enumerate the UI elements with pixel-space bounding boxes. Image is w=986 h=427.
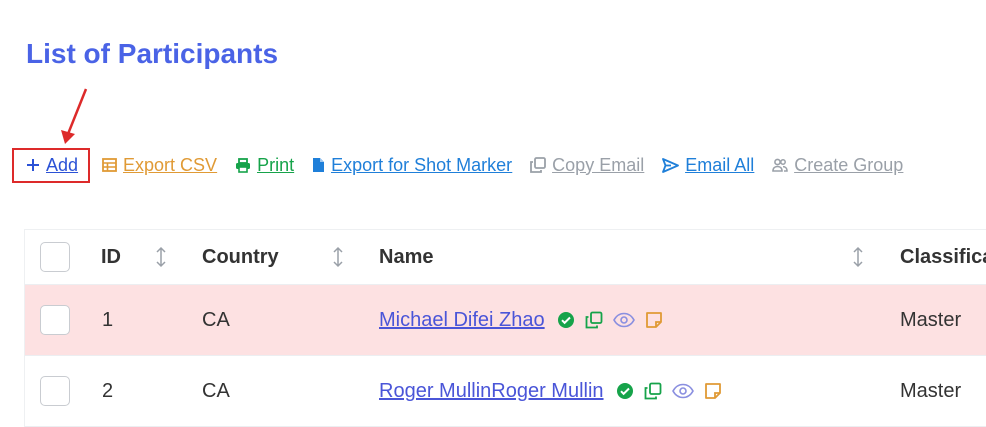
send-icon [662, 157, 680, 173]
row-actions [616, 382, 722, 400]
create-group-button[interactable]: Create Group [772, 155, 903, 176]
add-button[interactable]: Add [12, 147, 91, 183]
eye-icon[interactable] [612, 312, 635, 328]
users-icon [772, 158, 788, 172]
check-circle-icon [557, 312, 574, 328]
email-all-label: Email All [685, 154, 755, 175]
note-icon[interactable] [645, 311, 663, 329]
toolbar: Add Export CSV Print Export for Shot Mar… [12, 146, 921, 184]
email-all-button[interactable]: Email All [662, 155, 754, 176]
table-header-row: ID Country Name Classifica [25, 229, 986, 285]
copy-icon[interactable] [585, 311, 603, 329]
column-header-id[interactable]: ID [101, 230, 121, 284]
add-button-label: Add [46, 154, 79, 175]
row-checkbox[interactable] [40, 376, 70, 406]
cell-name: Roger MullinRoger Mullin [379, 356, 722, 426]
check-circle-icon [616, 383, 633, 399]
column-header-name[interactable]: Name [379, 230, 433, 284]
table-row: 1 CA Michael Difei Zhao Master [25, 285, 986, 356]
print-button[interactable]: Print [235, 155, 294, 176]
copy-email-label: Copy Email [552, 154, 645, 175]
table-icon [102, 158, 117, 172]
participant-name-link[interactable]: Michael Difei Zhao [379, 309, 545, 332]
cell-name: Michael Difei Zhao [379, 285, 663, 355]
export-shot-marker-button[interactable]: Export for Shot Marker [312, 155, 512, 176]
table-row: 2 CA Roger MullinRoger Mullin Master [25, 356, 986, 427]
cell-classification: Master [900, 379, 962, 402]
export-csv-button[interactable]: Export CSV [102, 155, 217, 176]
page-title: List of Participants [26, 38, 279, 69]
column-header-classification[interactable]: Classifica [900, 230, 986, 284]
copy-email-button[interactable]: Copy Email [530, 155, 644, 176]
eye-icon[interactable] [671, 383, 694, 399]
export-csv-label: Export CSV [123, 154, 218, 175]
file-icon [313, 158, 325, 172]
sort-icon[interactable] [332, 246, 344, 268]
sort-icon[interactable] [155, 246, 167, 268]
select-all-checkbox[interactable] [40, 242, 70, 272]
copy-icon [530, 157, 547, 173]
print-label: Print [257, 154, 295, 175]
plus-icon [27, 159, 39, 171]
create-group-label: Create Group [794, 154, 904, 175]
cell-classification: Master [900, 308, 962, 331]
participants-table: ID Country Name Classifica 1 CA Michael … [24, 229, 986, 427]
cell-id: 2 [102, 379, 114, 402]
cell-country: CA [202, 379, 230, 402]
participant-name-link[interactable]: Roger MullinRoger Mullin [379, 380, 604, 403]
note-icon[interactable] [704, 382, 722, 400]
column-header-country[interactable]: Country [202, 230, 279, 284]
sort-icon[interactable] [852, 246, 864, 268]
annotation-arrow [61, 88, 88, 144]
cell-country: CA [202, 308, 230, 331]
row-actions [557, 311, 663, 329]
printer-icon [236, 157, 251, 173]
copy-icon[interactable] [644, 382, 662, 400]
export-shot-marker-label: Export for Shot Marker [331, 154, 513, 175]
row-checkbox[interactable] [40, 305, 70, 335]
cell-id: 1 [102, 308, 114, 331]
